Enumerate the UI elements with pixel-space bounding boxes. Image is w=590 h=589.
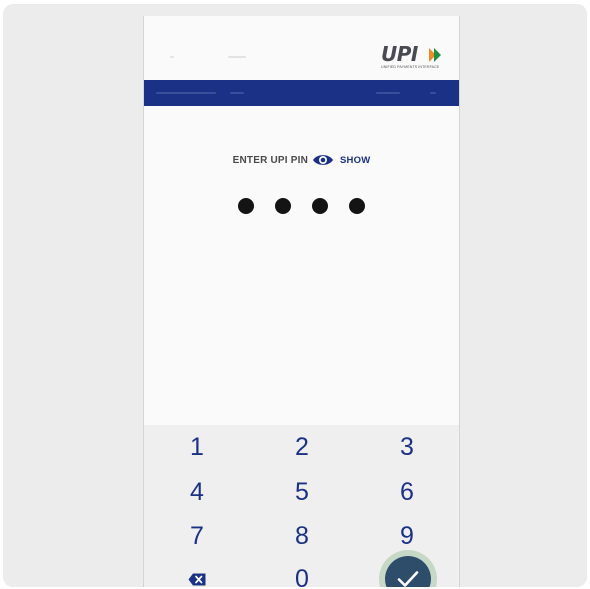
key-5[interactable]: 5 (262, 472, 342, 512)
blurred-chevron (430, 92, 436, 94)
key-8[interactable]: 8 (262, 516, 342, 556)
show-pin-button[interactable]: SHOW (340, 155, 370, 166)
pin-dots (144, 198, 459, 214)
background-card: UPI Unified Payments Interface ENTER UPI… (3, 4, 587, 587)
key-6[interactable]: 6 (367, 472, 447, 512)
pin-header: ENTER UPI PIN SHOW (144, 153, 459, 167)
enter-pin-label: ENTER UPI PIN (232, 154, 309, 166)
eye-icon[interactable] (312, 153, 334, 167)
account-info-bar (144, 80, 459, 106)
numeric-keypad: 1 2 3 4 5 6 7 8 9 0 (144, 425, 459, 587)
blurred-account-text (230, 92, 244, 94)
backspace-icon (188, 573, 206, 585)
blurred-status-mark (170, 56, 174, 58)
check-icon (397, 571, 419, 587)
blurred-status-mark (228, 56, 246, 58)
key-2[interactable]: 2 (262, 427, 342, 467)
upi-arrow-mark (429, 48, 441, 62)
pin-dot (349, 198, 365, 214)
pin-dot (275, 198, 291, 214)
phone-screen: UPI Unified Payments Interface ENTER UPI… (143, 16, 460, 587)
key-7[interactable]: 7 (157, 516, 237, 556)
key-1[interactable]: 1 (157, 427, 237, 467)
blurred-amount-text (376, 92, 400, 94)
upi-logo-text: UPI (381, 42, 418, 66)
pin-dot (312, 198, 328, 214)
key-3[interactable]: 3 (367, 427, 447, 467)
pin-dot (238, 198, 254, 214)
upi-logo: UPI Unified Payments Interface (381, 44, 447, 72)
backspace-button[interactable] (157, 559, 237, 587)
top-bar: UPI Unified Payments Interface (144, 16, 459, 78)
key-4[interactable]: 4 (157, 472, 237, 512)
key-0[interactable]: 0 (262, 559, 342, 588)
blurred-account-text (156, 92, 216, 94)
upi-tagline: Unified Payments Interface (381, 65, 440, 69)
